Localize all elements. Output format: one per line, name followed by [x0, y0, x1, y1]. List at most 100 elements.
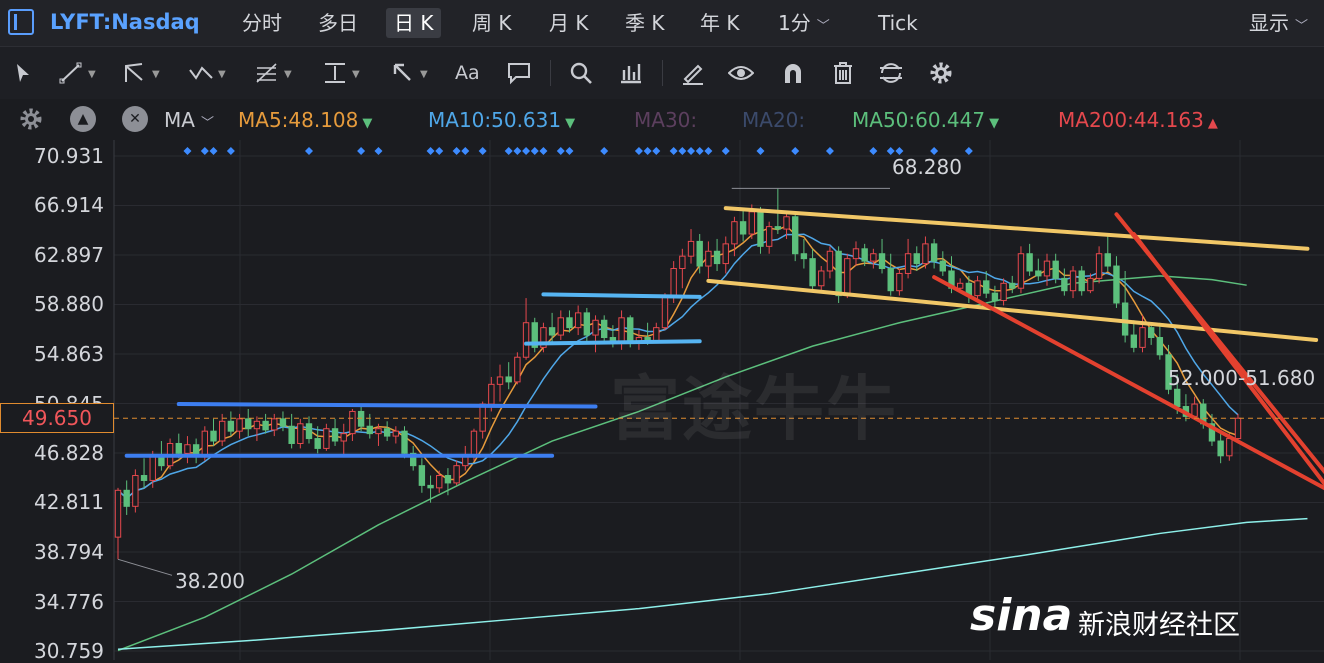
event-marker — [305, 147, 314, 155]
candle-body — [1217, 440, 1224, 457]
sina-community-label: 新浪财经社区 — [1078, 610, 1240, 641]
y-tick-label: 46.828 — [34, 440, 104, 465]
candle-body — [132, 475, 139, 507]
candle-body — [826, 250, 834, 272]
event-marker — [600, 147, 609, 155]
range-annotation: 52.000-51.680 — [1168, 366, 1316, 390]
candle-body — [1147, 327, 1155, 339]
event-marker — [461, 147, 470, 155]
candle-body — [383, 428, 391, 437]
event-marker — [704, 147, 713, 155]
candle-body — [661, 295, 669, 329]
candle-body — [262, 420, 269, 431]
event-marker — [695, 147, 704, 155]
candle-body — [774, 226, 782, 230]
candle-body — [1234, 417, 1242, 440]
candlestick-chart[interactable] — [0, 0, 1324, 660]
candle-body — [1052, 260, 1059, 279]
candle-body — [792, 216, 799, 255]
candle-body — [288, 425, 295, 444]
event-marker — [895, 147, 904, 155]
candle-body — [488, 383, 495, 405]
candle-body — [349, 410, 356, 435]
candle-body — [279, 418, 287, 427]
event-marker — [504, 147, 513, 155]
event-marker — [721, 147, 730, 155]
candle-body — [627, 317, 634, 343]
event-marker — [643, 147, 652, 155]
candle-body — [245, 418, 252, 430]
channel-high-line — [541, 292, 702, 299]
event-marker — [678, 147, 687, 155]
event-marker — [183, 147, 192, 155]
candle-body — [444, 475, 452, 484]
candle-body — [514, 356, 521, 383]
candle-body — [1043, 260, 1051, 277]
candle-body — [878, 253, 886, 270]
candle-body — [453, 465, 460, 484]
candle-body — [913, 253, 920, 265]
channel-low-line — [524, 339, 702, 346]
candle-body — [1174, 388, 1181, 408]
candle-body — [1095, 253, 1103, 279]
y-tick-label: 54.863 — [34, 341, 104, 366]
candle-body — [722, 243, 729, 265]
candle-body — [1226, 438, 1233, 457]
candle-body — [757, 211, 764, 247]
candle-body — [505, 376, 512, 383]
candle-body — [687, 240, 695, 257]
candle-body — [956, 282, 964, 289]
candle-body — [887, 268, 894, 292]
ma-line-ma50 — [117, 275, 1247, 652]
event-marker — [226, 147, 235, 155]
candle-body — [158, 456, 165, 467]
candle-body — [566, 317, 573, 329]
event-marker — [687, 147, 696, 155]
candle-body — [375, 428, 382, 435]
candle-body — [696, 240, 703, 267]
candle-body — [401, 430, 408, 454]
candle-body — [340, 433, 347, 442]
event-marker — [791, 147, 800, 155]
event-marker — [964, 147, 973, 155]
candle-body — [357, 410, 365, 427]
candle-body — [436, 475, 443, 489]
candle-body — [323, 428, 330, 449]
candle-body — [123, 489, 130, 507]
candle-body — [653, 327, 660, 342]
candle-body — [253, 420, 261, 430]
candle-body — [184, 444, 191, 454]
y-tick-label: 30.759 — [34, 639, 104, 663]
resistance-line — [176, 402, 598, 409]
candle-body — [1121, 302, 1129, 336]
event-marker — [435, 147, 444, 155]
candle-body — [297, 423, 304, 444]
candle-body — [1000, 282, 1007, 302]
candle-body — [861, 248, 868, 262]
y-tick-label: 66.914 — [34, 193, 104, 218]
candle-body — [479, 403, 486, 432]
candle-body — [670, 268, 677, 297]
candle-body — [218, 420, 226, 442]
candle-body — [896, 272, 903, 292]
candle-body — [870, 253, 877, 262]
event-marker — [652, 147, 661, 155]
event-marker — [634, 147, 643, 155]
candle-body — [366, 425, 373, 435]
candle-body — [974, 280, 981, 297]
candle-body — [601, 319, 608, 339]
candle-body — [592, 319, 599, 336]
candle-body — [939, 260, 946, 272]
candle-body — [783, 216, 790, 230]
candle-body — [852, 248, 860, 260]
candle-body — [427, 484, 434, 489]
candle-body — [930, 243, 938, 262]
event-marker — [539, 147, 548, 155]
candle-body — [1104, 253, 1111, 267]
candle-body — [496, 376, 504, 385]
candle-body — [305, 423, 313, 440]
candle-body — [739, 221, 747, 235]
candle-body — [1035, 270, 1042, 277]
candle-body — [1009, 282, 1016, 289]
event-marker — [452, 147, 461, 155]
